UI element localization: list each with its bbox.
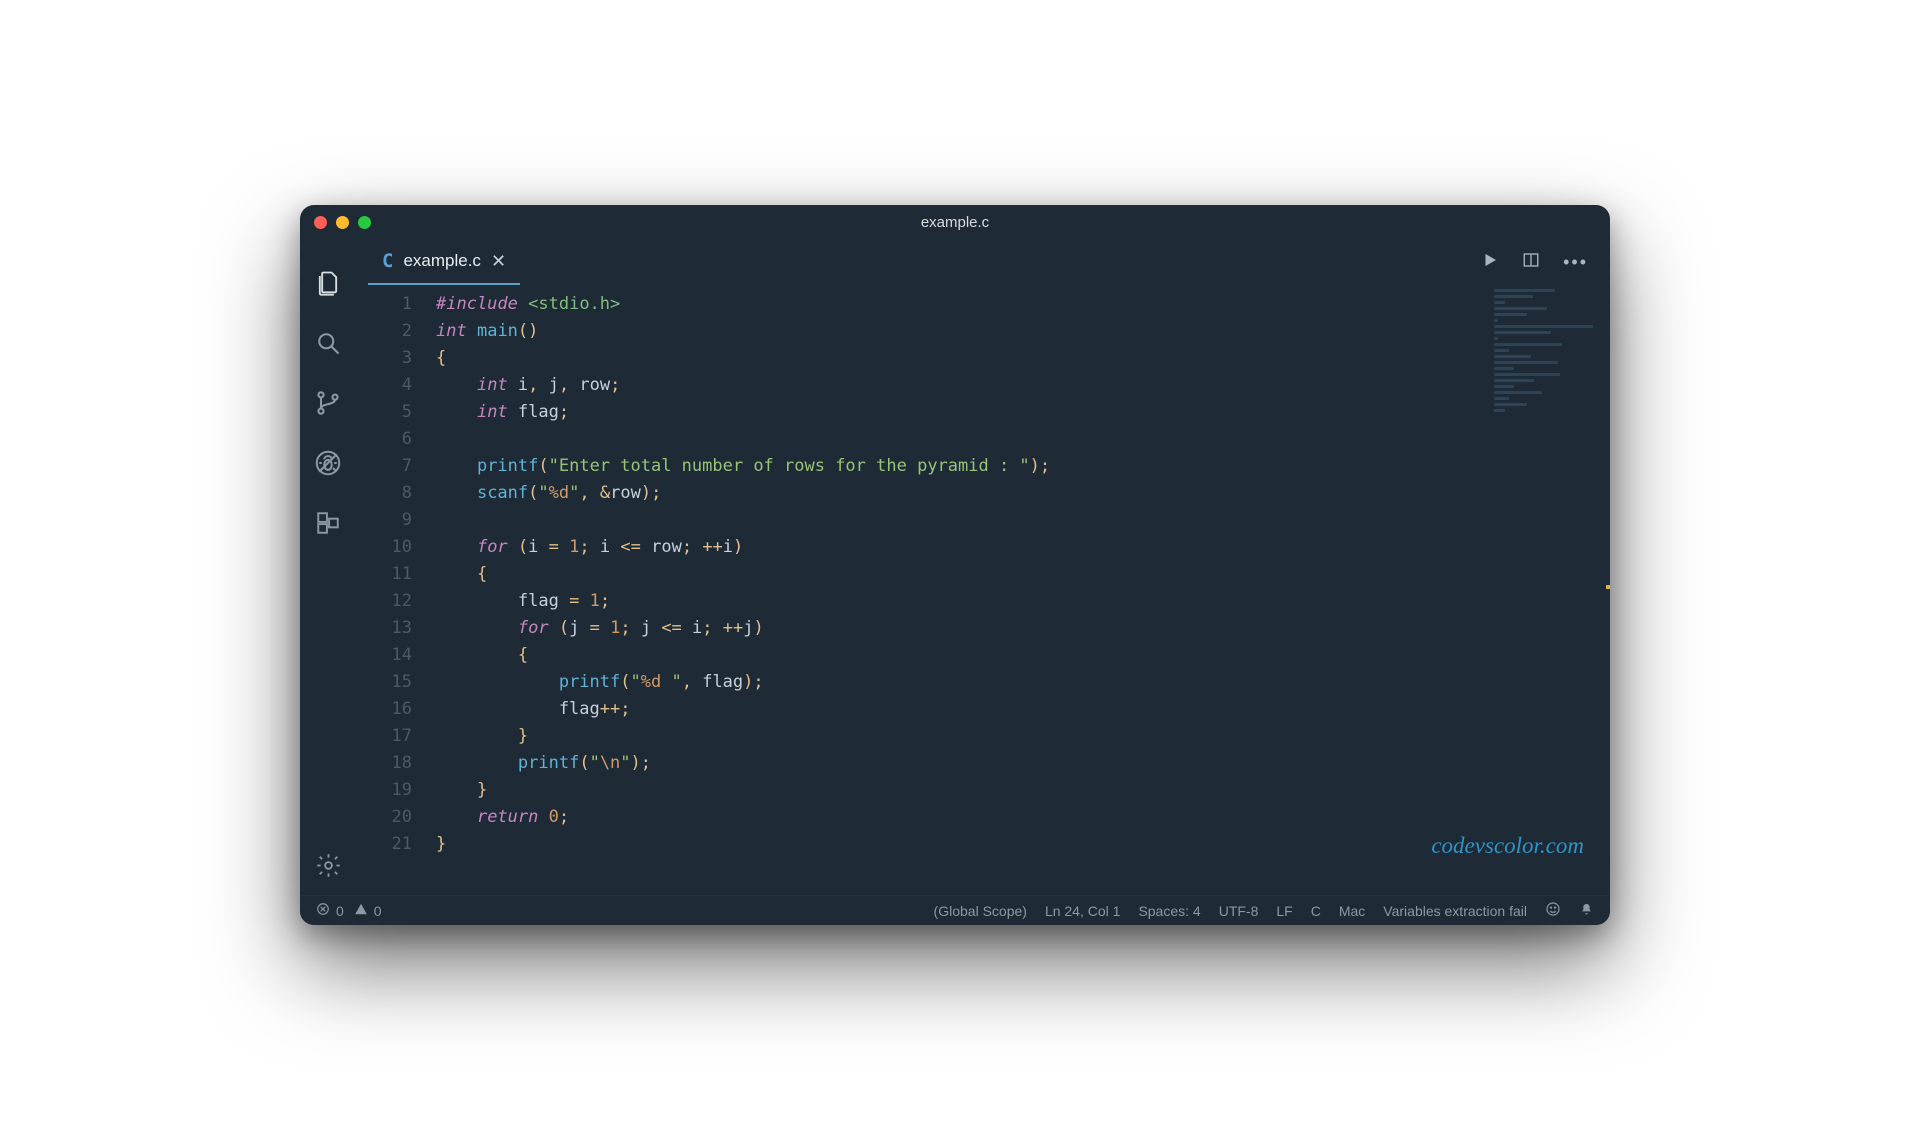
minimize-window-button[interactable]: [336, 216, 349, 229]
window-title: example.c: [300, 214, 1610, 231]
bell-icon: [1579, 902, 1594, 920]
status-warnings[interactable]: 0: [354, 902, 382, 919]
editor-actions: •••: [1481, 239, 1610, 285]
error-icon: [316, 902, 330, 919]
status-errors[interactable]: 0: [316, 902, 344, 919]
status-eol[interactable]: LF: [1276, 903, 1292, 919]
split-editor-button[interactable]: [1521, 251, 1541, 274]
search-tab[interactable]: [300, 313, 356, 373]
status-indent[interactable]: Spaces: 4: [1138, 903, 1200, 919]
no-bug-icon: [313, 448, 343, 478]
branch-icon: [314, 389, 342, 417]
status-language[interactable]: C: [1311, 903, 1321, 919]
explorer-tab[interactable]: [300, 253, 356, 313]
ellipsis-icon: •••: [1563, 252, 1588, 273]
settings-button[interactable]: [300, 835, 356, 895]
status-scope[interactable]: (Global Scope): [934, 903, 1027, 919]
editor-window: example.c: [300, 205, 1610, 925]
extensions-icon: [315, 510, 341, 536]
files-icon: [314, 269, 342, 297]
editor-area: 1 2 3 4 5 6 7 8 9 10 11 12 13 14 15 16 1…: [356, 285, 1610, 895]
smiley-icon: [1545, 901, 1561, 920]
gear-icon: [315, 852, 342, 879]
status-message[interactable]: Variables extraction fail: [1383, 903, 1527, 919]
status-encoding[interactable]: UTF-8: [1219, 903, 1259, 919]
close-tab-button[interactable]: ✕: [491, 251, 506, 272]
split-icon: [1521, 251, 1541, 274]
extensions-tab[interactable]: [300, 493, 356, 553]
titlebar: example.c: [300, 205, 1610, 239]
status-bar: 0 0 (Global Scope) Ln 24, Col 1 Spaces: …: [300, 895, 1610, 925]
traffic-lights: [314, 216, 371, 229]
search-icon: [314, 329, 342, 357]
play-icon: [1481, 251, 1499, 274]
status-feedback[interactable]: [1545, 901, 1561, 920]
status-os[interactable]: Mac: [1339, 903, 1365, 919]
line-number-gutter: 1 2 3 4 5 6 7 8 9 10 11 12 13 14 15 16 1…: [356, 285, 426, 895]
error-count: 0: [336, 903, 344, 919]
warning-icon: [354, 902, 368, 919]
run-button[interactable]: [1481, 251, 1499, 274]
minimap-change-marker: [1606, 585, 1610, 589]
more-actions-button[interactable]: •••: [1563, 252, 1588, 273]
activity-bar: [300, 239, 356, 895]
status-position[interactable]: Ln 24, Col 1: [1045, 903, 1121, 919]
warning-count: 0: [374, 903, 382, 919]
tab-example-c[interactable]: C example.c ✕: [368, 239, 520, 285]
c-language-icon: C: [382, 250, 393, 272]
debug-tab[interactable]: [300, 433, 356, 493]
status-notifications[interactable]: [1579, 902, 1594, 920]
close-window-button[interactable]: [314, 216, 327, 229]
tab-filename: example.c: [403, 251, 480, 271]
zoom-window-button[interactable]: [358, 216, 371, 229]
tab-bar: C example.c ✕ •••: [356, 239, 1610, 285]
code-editor[interactable]: #include <stdio.h> int main() { int i, j…: [426, 285, 1610, 895]
source-control-tab[interactable]: [300, 373, 356, 433]
